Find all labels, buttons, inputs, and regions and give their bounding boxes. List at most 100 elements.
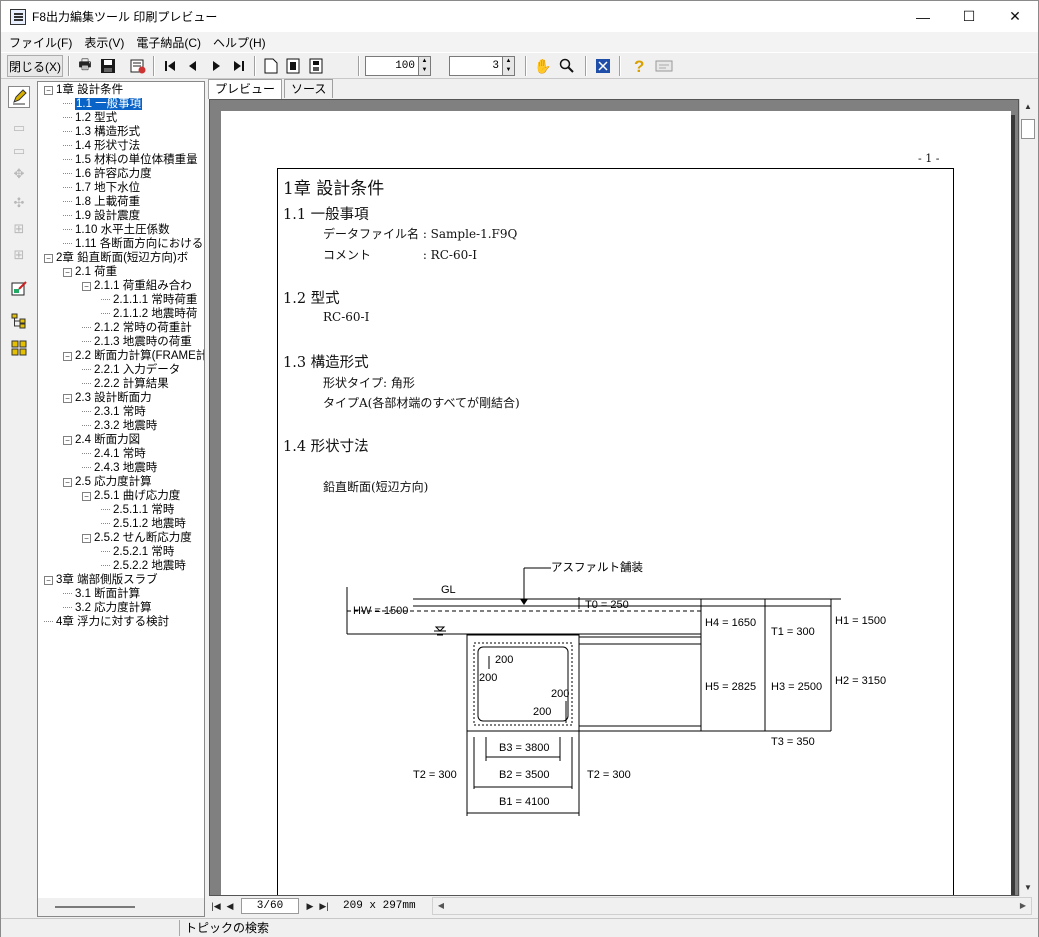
pages-spinner[interactable]: 3 ▲ ▼ [449,56,515,76]
tree-item[interactable]: 1.3 構造形式 [63,125,140,139]
minimize-button[interactable]: — [900,1,946,32]
tree-item[interactable]: −2.1.1 荷重組み合わ [82,279,192,293]
tree-expander-icon[interactable]: − [82,492,91,501]
tree-item[interactable]: 1.5 材料の単位体積重量 [63,153,198,167]
tree-item[interactable]: 2.3.2 地震時 [82,419,157,433]
tree-item[interactable]: 2.4.1 常時 [82,447,146,461]
scroll-right-icon[interactable]: ▶ [1015,898,1031,914]
pages-arrows[interactable]: ▲ ▼ [503,56,515,76]
zoom-spinner[interactable]: 100 ▲ ▼ [365,56,431,76]
tree-item[interactable]: 2.5.1.2 地震時 [101,517,186,531]
preview-area[interactable]: - 1 - 1章 設計条件 1.1 一般事項 データファイル名 : Sample… [209,99,1019,896]
multi-page-icon[interactable] [306,55,328,77]
tree-item[interactable]: 1.1 一般事項 [63,97,143,111]
tree-item[interactable]: 2.5.2.1 常時 [101,545,174,559]
two-page-icon[interactable] [283,55,305,77]
bookmark-icon[interactable] [8,278,30,300]
zoom-arrows[interactable]: ▲ ▼ [419,56,431,76]
tree-expander-icon[interactable]: − [44,576,53,585]
tree-item[interactable]: 2.2.2 計算結果 [82,377,169,391]
menu-view[interactable]: 表示(V) [80,34,132,51]
tree-item[interactable]: −2.1 荷重 [63,265,117,279]
tree-expander-icon[interactable]: − [63,268,72,277]
tree-expander-icon[interactable]: − [63,394,72,403]
hand-icon[interactable]: ✋ [532,55,554,77]
tree-item[interactable]: −2.3 設計断面力 [63,391,152,405]
tree-item[interactable]: 2.1.1.1 常時荷重 [101,293,197,307]
tree-item[interactable]: 1.4 形状寸法 [63,139,140,153]
tree-item[interactable]: −2.2 断面力計算(FRAME計 [63,349,204,363]
tree-item[interactable]: 4章 浮力に対する検討 [44,615,169,629]
tree-scroll-thumb[interactable] [55,906,135,908]
page-indicator[interactable]: 3/60 [241,898,299,914]
tree-horizontal-scrollbar[interactable] [37,898,205,916]
prev-page-icon[interactable] [182,55,204,77]
tree-item[interactable]: 3.2 応力度計算 [63,601,152,615]
contents-tree[interactable]: −1章 設計条件 1.1 一般事項 1.2 型式 1.3 構造形式 1.4 形状寸法 1.… [37,81,205,917]
tree-expander-icon[interactable]: − [82,534,91,543]
tree-item[interactable]: 3.1 断面計算 [63,587,140,601]
expand-tree-icon[interactable] [8,310,30,332]
tree-item[interactable]: 2.5.2.2 地震時 [101,559,186,573]
fit-page-icon[interactable] [592,55,614,77]
scroll-left-icon[interactable]: ◀ [433,898,449,914]
tree-item[interactable]: 2.5.1.1 常時 [101,503,174,517]
print-icon[interactable]: 🖶 [74,55,96,77]
tree-expander-icon[interactable]: − [63,436,72,445]
tree-item[interactable]: 1.8 上載荷重 [63,195,140,209]
tree-item[interactable]: 2.3.1 常時 [82,405,146,419]
maximize-button[interactable]: ☐ [946,1,992,32]
tree-item[interactable]: −2.5.2 せん断応力度 [82,531,192,545]
tree-item[interactable]: 1.9 設計震度 [63,209,140,223]
tree-expander-icon[interactable]: − [63,478,72,487]
next-page-icon[interactable] [205,55,227,77]
first-page-icon[interactable] [159,55,181,77]
menu-file[interactable]: ファイル(F) [5,34,80,51]
tab-preview[interactable]: プレビュー [208,79,283,99]
close-button[interactable]: 閉じる(X) [7,55,63,77]
scroll-down-icon[interactable]: ▼ [1020,880,1036,896]
tree-item[interactable]: 1.11 各断面方向における [63,237,203,251]
nav-last-icon[interactable]: ▶| [317,901,331,912]
tree-item[interactable]: −2章 鉛直断面(短辺方向)ボ [44,251,188,265]
tree-item[interactable]: 2.1.1.2 地震時荷 [101,307,197,321]
tree-item[interactable]: 1.7 地下水位 [63,181,140,195]
single-page-icon[interactable] [260,55,282,77]
collapse-tree-icon[interactable] [8,337,30,359]
tree-item[interactable]: 2.1.3 地震時の荷重 [82,335,192,349]
preview-horizontal-scrollbar[interactable]: ◀ ▶ [432,897,1032,915]
tree-item[interactable]: 1.2 型式 [63,111,117,125]
tree-item[interactable]: −2.5.1 曲げ応力度 [82,489,180,503]
tree-item[interactable]: 2.1.2 常時の荷重計 [82,321,192,335]
tree-item[interactable]: −2.5 応力度計算 [63,475,152,489]
help-icon[interactable]: ? [628,55,650,77]
tree-item[interactable]: 2.4.3 地震時 [82,461,157,475]
magnifier-icon[interactable] [556,55,578,77]
tree-item[interactable]: −2.4 断面力図 [63,433,140,447]
zoom-field[interactable]: 100 [365,56,419,76]
topic-search[interactable]: トピックの検索 [182,920,682,936]
tree-item[interactable]: 1.10 水平土圧係数 [63,223,170,237]
menu-electronic-delivery[interactable]: 電子納品(C) [132,34,209,51]
save-icon[interactable] [97,55,119,77]
edit-pencil-icon[interactable] [8,86,30,108]
nav-next-icon[interactable]: ▶ [303,901,317,912]
tree-item[interactable]: 1.6 許容応力度 [63,167,152,181]
scroll-thumb[interactable] [1021,119,1035,139]
print-settings-icon[interactable] [127,55,149,77]
tree-expander-icon[interactable]: − [44,86,53,95]
tree-item[interactable]: −1章 設計条件 [44,83,123,97]
nav-prev-icon[interactable]: ◀ [223,901,237,912]
tab-source[interactable]: ソース [284,79,334,98]
tree-item[interactable]: −3章 端部側版スラブ [44,573,158,587]
preview-vertical-scrollbar[interactable]: ▲ ▼ [1019,99,1036,896]
tree-expander-icon[interactable]: − [82,282,91,291]
pages-field[interactable]: 3 [449,56,503,76]
tree-item[interactable]: 2.2.1 入力データ [82,363,180,377]
close-window-button[interactable]: ✕ [992,1,1038,32]
menu-help[interactable]: ヘルプ(H) [209,34,274,51]
scroll-up-icon[interactable]: ▲ [1020,99,1036,115]
last-page-icon[interactable] [228,55,250,77]
nav-first-icon[interactable]: |◀ [209,901,223,912]
tree-expander-icon[interactable]: − [44,254,53,263]
